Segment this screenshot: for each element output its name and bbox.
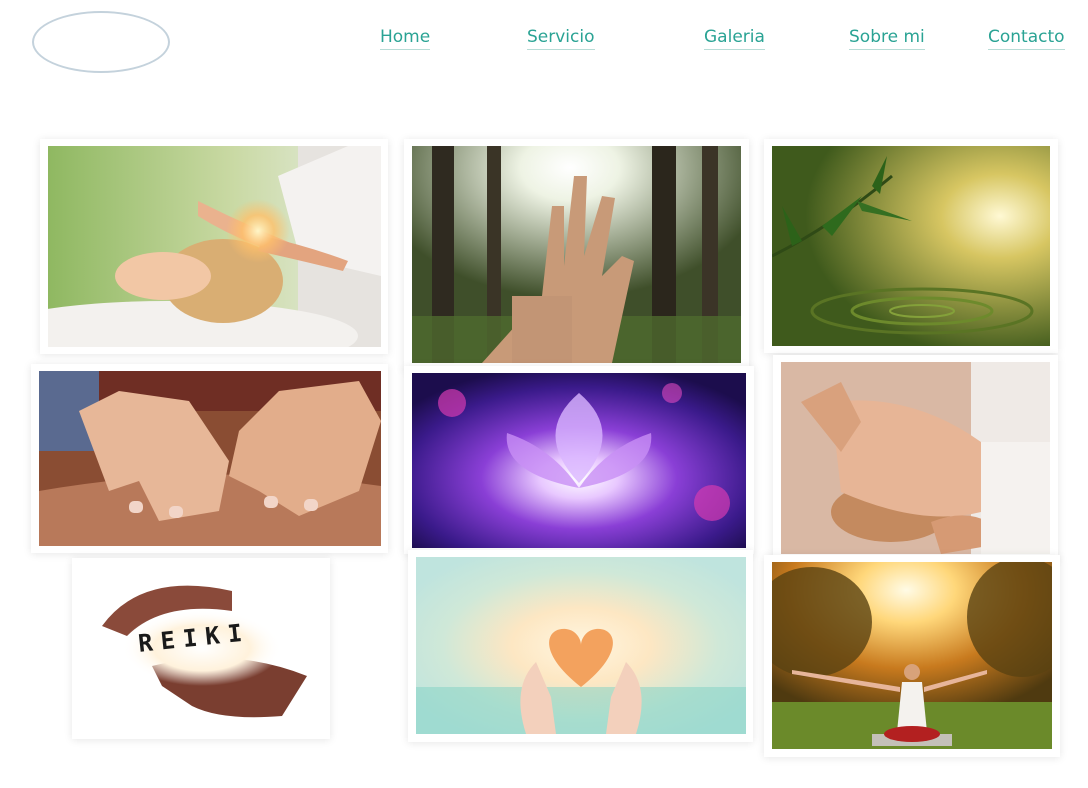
meditation-park-photo bbox=[772, 562, 1052, 749]
gallery-item[interactable]: REIKI bbox=[72, 558, 330, 739]
gallery-item[interactable] bbox=[31, 364, 388, 553]
gallery-item[interactable] bbox=[40, 139, 388, 354]
gallery-item[interactable] bbox=[404, 139, 749, 371]
logo[interactable] bbox=[32, 11, 170, 73]
gallery-item[interactable] bbox=[764, 139, 1058, 353]
gallery-item[interactable] bbox=[408, 550, 753, 742]
gallery-item[interactable] bbox=[764, 555, 1060, 757]
cosmic-lotus-photo bbox=[412, 373, 746, 548]
nav-home[interactable]: Home bbox=[380, 26, 431, 50]
nav-servicio[interactable]: Servicio bbox=[527, 26, 595, 50]
gallery-item[interactable] bbox=[404, 366, 754, 554]
head-massage-photo bbox=[781, 362, 1050, 554]
hands-on-back-photo bbox=[39, 371, 381, 546]
gallery-item[interactable] bbox=[773, 355, 1058, 561]
nav-galeria[interactable]: Galeria bbox=[704, 26, 765, 50]
hand-forest-sun-photo bbox=[412, 146, 741, 363]
nav-sobre-mi[interactable]: Sobre mi bbox=[849, 26, 925, 50]
heart-hands-light-photo bbox=[416, 557, 746, 734]
bamboo-water-photo bbox=[772, 146, 1050, 346]
reiki-head-session-photo bbox=[48, 146, 381, 347]
nav-contacto[interactable]: Contacto bbox=[988, 26, 1065, 50]
